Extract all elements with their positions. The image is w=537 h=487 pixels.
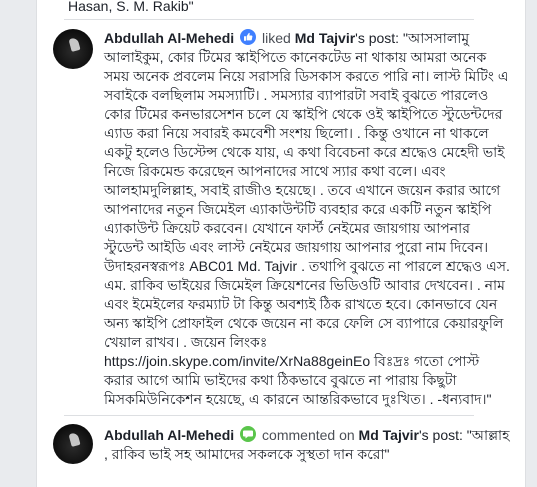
divider	[64, 19, 474, 20]
post-text: "আসসালামু আলাইকুম, কোর টিমের স্কাইপিতে ক…	[104, 30, 510, 350]
avatar[interactable]	[53, 29, 93, 69]
previous-entry-snippet: Hasan, S. M. Rakib"	[68, 0, 194, 14]
activity-entry-comment: Abdullah Al-Mehedi commented on Md Tajvi…	[104, 426, 512, 464]
like-icon	[240, 29, 257, 45]
comment-icon	[240, 426, 257, 442]
activity-action: liked	[262, 30, 291, 46]
avatar[interactable]	[53, 424, 93, 464]
activity-action: commented on	[262, 427, 355, 443]
user-name-link[interactable]: Abdullah Al-Mehedi	[104, 30, 234, 46]
post-author-link[interactable]: Md Tajvir	[359, 427, 419, 443]
skype-join-link[interactable]: https://join.skype.com/invite/XrNa88gein…	[104, 353, 370, 369]
user-name-link[interactable]: Abdullah Al-Mehedi	[104, 427, 234, 443]
divider	[64, 415, 474, 416]
activity-entry-like: Abdullah Al-Mehedi liked Md Tajvir's pos…	[104, 29, 512, 409]
post-author-link[interactable]: Md Tajvir	[295, 30, 355, 46]
post-suffix: 's post:	[355, 30, 400, 46]
post-suffix: 's post:	[418, 427, 463, 443]
